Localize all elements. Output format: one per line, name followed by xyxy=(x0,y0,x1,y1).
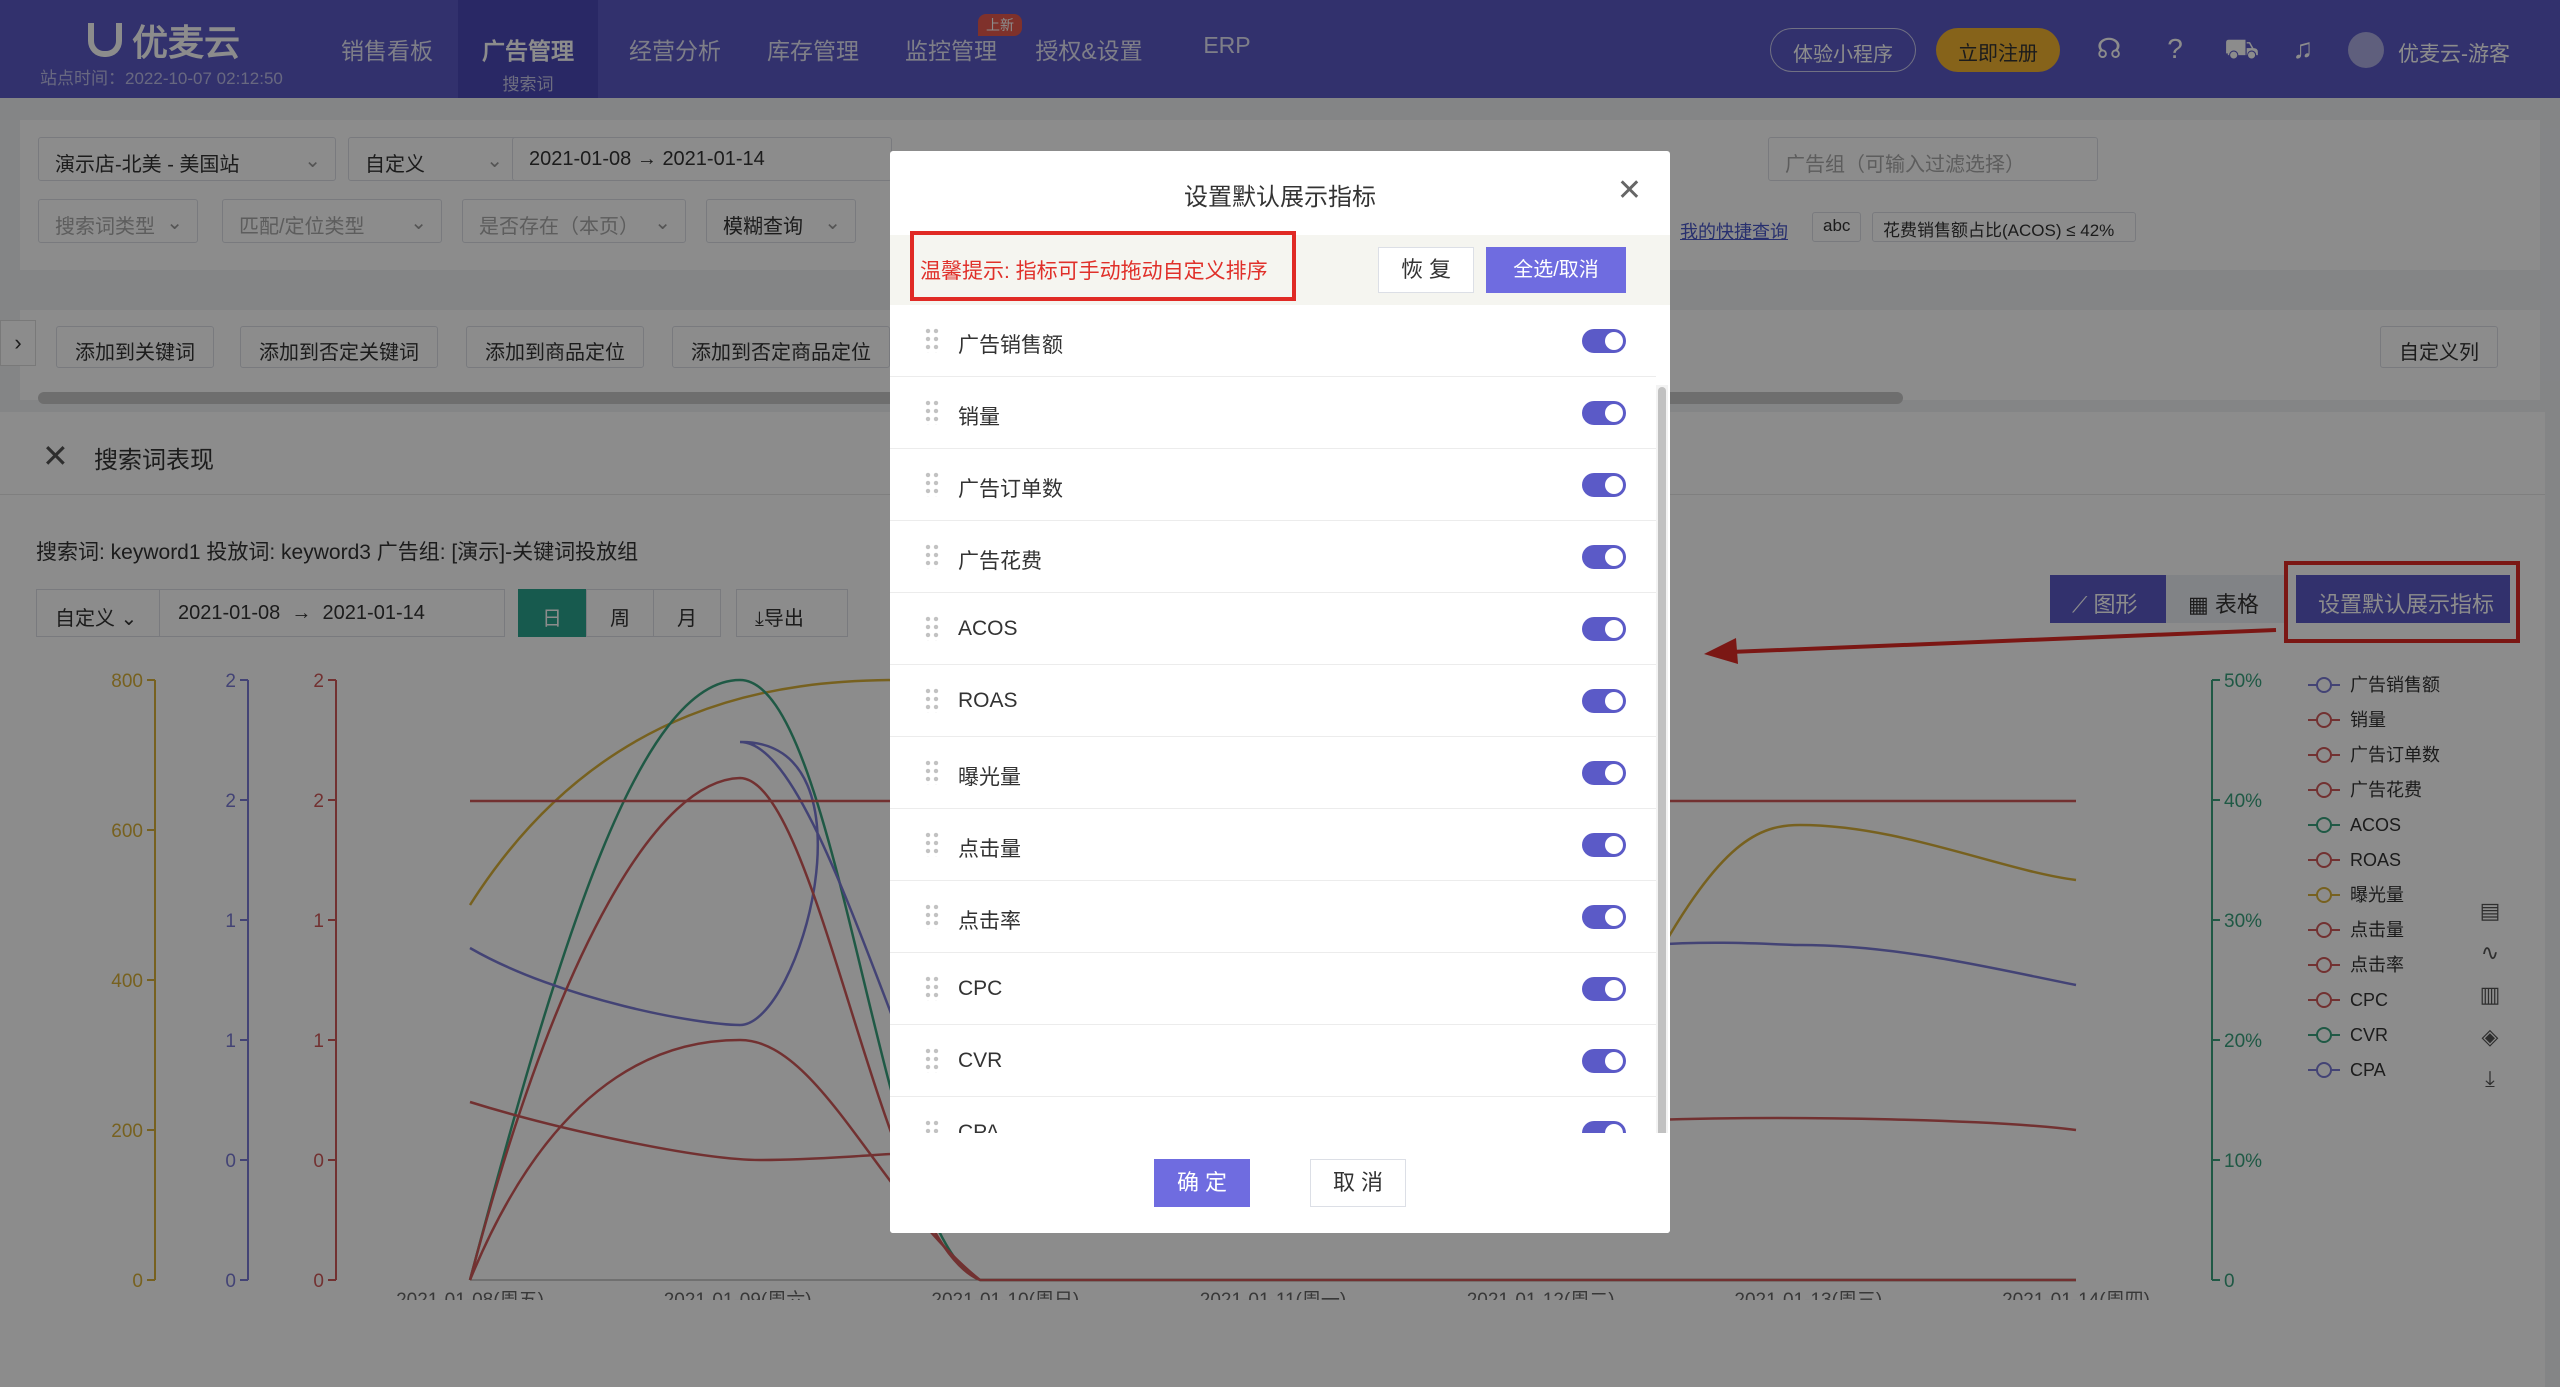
drag-handle-icon[interactable] xyxy=(924,975,940,1001)
metric-row[interactable]: 广告销售额 xyxy=(890,305,1656,377)
metric-label: 点击量 xyxy=(958,838,1021,861)
metric-label: ACOS xyxy=(958,617,1018,640)
metric-row[interactable]: 销量 xyxy=(890,377,1656,449)
metric-row[interactable]: 曝光量 xyxy=(890,737,1656,809)
metric-toggle[interactable] xyxy=(1582,905,1626,929)
close-icon[interactable]: ✕ xyxy=(1617,173,1642,208)
metric-row[interactable]: ACOS xyxy=(890,593,1656,665)
metric-toggle[interactable] xyxy=(1582,329,1626,353)
metric-toggle[interactable] xyxy=(1582,401,1626,425)
metric-toggle[interactable] xyxy=(1582,977,1626,1001)
metric-label: CPC xyxy=(958,977,1003,1000)
metric-row[interactable]: CPC xyxy=(890,953,1656,1025)
drag-handle-icon[interactable] xyxy=(924,327,940,353)
modal-footer xyxy=(890,1133,1670,1233)
metric-label: 销量 xyxy=(958,406,1000,429)
metric-row[interactable]: 点击量 xyxy=(890,809,1656,881)
metric-toggle[interactable] xyxy=(1582,761,1626,785)
metric-row[interactable]: ROAS xyxy=(890,665,1656,737)
metric-label: 广告花费 xyxy=(958,550,1042,573)
metric-label: 点击率 xyxy=(958,910,1021,933)
restore-button[interactable]: 恢 复 xyxy=(1378,247,1474,293)
modal-title: 设置默认展示指标 xyxy=(1184,184,1376,211)
select-all-button[interactable]: 全选/取消 xyxy=(1486,247,1626,293)
confirm-button[interactable]: 确 定 xyxy=(1154,1159,1250,1207)
metric-toggle[interactable] xyxy=(1582,689,1626,713)
metric-row[interactable]: 广告花费 xyxy=(890,521,1656,593)
default-metrics-modal: 设置默认展示指标 ✕ 温馨提示: 指标可手动拖动自定义排序 恢 复 全选/取消 … xyxy=(890,151,1670,1233)
metric-toggle[interactable] xyxy=(1582,545,1626,569)
cancel-button[interactable]: 取 消 xyxy=(1310,1159,1406,1207)
metric-toggle[interactable] xyxy=(1582,1049,1626,1073)
drag-handle-icon[interactable] xyxy=(924,471,940,497)
metric-label: 广告订单数 xyxy=(958,478,1063,501)
drag-handle-icon[interactable] xyxy=(924,687,940,713)
metric-label: ROAS xyxy=(958,689,1018,712)
metric-row[interactable]: 广告订单数 xyxy=(890,449,1656,521)
drag-handle-icon[interactable] xyxy=(924,903,940,929)
metric-label: CVR xyxy=(958,1049,1003,1072)
metric-row[interactable]: CVR xyxy=(890,1025,1656,1097)
highlight-box-tip xyxy=(910,231,1296,301)
drag-handle-icon[interactable] xyxy=(924,1047,940,1073)
list-scrollbar[interactable] xyxy=(1658,387,1666,1233)
metrics-list: 广告销售额销量广告订单数广告花费ACOSROAS曝光量点击量点击率CPCCVRC… xyxy=(890,305,1656,1233)
drag-handle-icon[interactable] xyxy=(924,831,940,857)
drag-handle-icon[interactable] xyxy=(924,543,940,569)
metric-toggle[interactable] xyxy=(1582,617,1626,641)
metric-label: 广告销售额 xyxy=(958,334,1063,357)
drag-handle-icon[interactable] xyxy=(924,759,940,785)
metric-toggle[interactable] xyxy=(1582,473,1626,497)
metric-row[interactable]: 点击率 xyxy=(890,881,1656,953)
drag-handle-icon[interactable] xyxy=(924,615,940,641)
metric-label: 曝光量 xyxy=(958,766,1021,789)
drag-handle-icon[interactable] xyxy=(924,399,940,425)
metric-toggle[interactable] xyxy=(1582,833,1626,857)
